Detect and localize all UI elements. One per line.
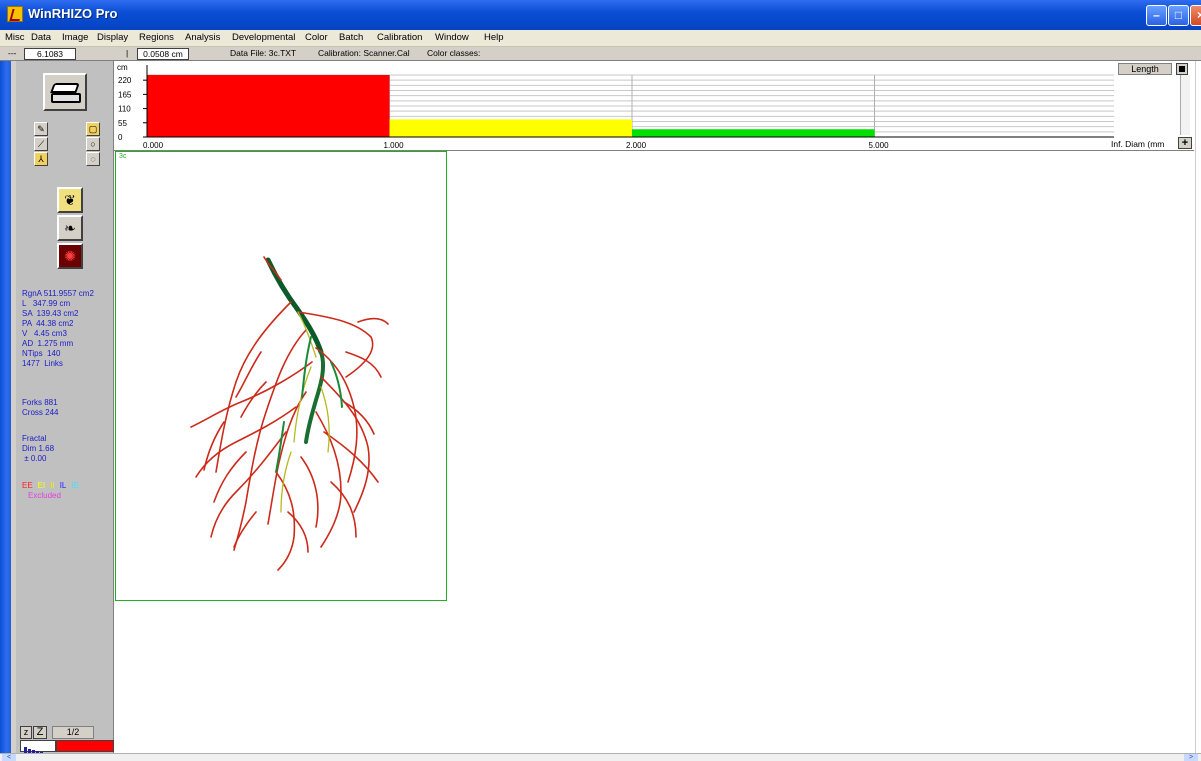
menu-image[interactable]: Image — [62, 32, 88, 43]
x-tick-label: 5.000 — [869, 141, 890, 150]
color-classes-label: Color classes: — [427, 48, 481, 58]
legend-ee: EE — [22, 481, 33, 490]
current-color-swatch[interactable] — [56, 740, 114, 752]
stat-avg-diameter: AD 1.275 mm — [22, 339, 74, 348]
root-system-image — [190, 256, 389, 571]
y-tick-label: 220 — [118, 76, 132, 85]
root-topology-button[interactable]: ❧ — [57, 215, 83, 241]
legend-excluded: Excluded — [28, 491, 61, 500]
roots-icon: ❦ — [64, 192, 76, 208]
histogram-x-unit: Inf. Diam (mm — [1111, 139, 1165, 149]
menu-misc[interactable]: Misc — [5, 32, 25, 43]
stat-volume: V 4.45 cm3 — [22, 329, 67, 338]
add-class-button[interactable]: + — [1178, 137, 1192, 149]
window-title: WinRHIZO Pro — [28, 6, 118, 21]
menu-developmental[interactable]: Developmental — [232, 32, 295, 43]
menu-bar: Misc Data Image Display Regions Analysis… — [0, 30, 1201, 47]
calibration-label: Calibration: Scanner.Cal — [318, 48, 410, 58]
stat-rgna: RgnA 511.9557 cm2 — [22, 289, 94, 298]
horizontal-scrollbar[interactable]: < > — [0, 753, 1201, 761]
y-axis-label: cm — [117, 63, 128, 72]
root-analysis-button[interactable]: ❦ — [57, 187, 83, 213]
pixel-size-field[interactable]: 0.0508 cm — [137, 48, 189, 60]
info-dash: --- — [8, 48, 17, 58]
zoom-large-button[interactable]: Z — [33, 726, 47, 739]
info-separator: | — [126, 48, 129, 58]
title-bar: WinRHIZO Pro – □ × — [0, 0, 1201, 30]
info-bar: --- 6.1083 | 0.0508 cm Data File: 3c.TXT… — [0, 47, 1201, 61]
scanner-button[interactable] — [43, 73, 87, 111]
menu-analysis[interactable]: Analysis — [185, 32, 220, 43]
legend-ei: EI — [37, 481, 46, 490]
x-tick-label: 2.000 — [626, 141, 647, 150]
scanner-icon — [50, 83, 80, 93]
stat-fractal-dim: Dim 1.68 — [22, 444, 55, 453]
pencil-tool-icon[interactable]: ✎ — [34, 122, 48, 136]
legend-ii: II — [50, 481, 55, 490]
page-indicator[interactable]: 1/2 — [52, 726, 94, 739]
scroll-right-button[interactable]: > — [1184, 754, 1198, 761]
y-tick-label: 55 — [118, 119, 127, 128]
root-image-panel[interactable]: 3c — [115, 151, 447, 601]
length-menu-button[interactable] — [1176, 63, 1188, 75]
line-tool-icon[interactable]: ⟋ — [34, 137, 48, 151]
tool-panel: ✎ ⟋ ⅄ ▢ ○ ◌ ❦ ❧ ✺ RgnA 511.9557 cm2 L 34… — [16, 61, 114, 753]
menu-display[interactable]: Display — [97, 32, 128, 43]
menu-calibration[interactable]: Calibration — [377, 32, 422, 43]
menu-color[interactable]: Color — [305, 32, 328, 43]
menu-batch[interactable]: Batch — [339, 32, 363, 43]
histogram-scrollbar[interactable] — [1180, 75, 1190, 135]
stat-links: 1477 Links — [22, 359, 63, 368]
histogram-bar — [632, 129, 875, 137]
menu-data[interactable]: Data — [31, 32, 51, 43]
y-tick-label: 110 — [118, 105, 131, 114]
legend-il: IL — [59, 481, 67, 490]
ellipse-region-icon[interactable]: ○ — [86, 137, 100, 151]
app-icon — [7, 6, 23, 22]
histogram-thumbnail[interactable] — [20, 740, 56, 753]
root-tool-icon[interactable]: ⅄ — [34, 152, 48, 166]
menu-help[interactable]: Help — [484, 32, 504, 43]
maximize-button[interactable]: □ — [1168, 5, 1189, 26]
y-tick-label: 0 — [118, 133, 123, 142]
x-tick-label: 1.000 — [384, 141, 405, 150]
root-color-button[interactable]: ✺ — [57, 243, 83, 269]
zoom-small-button[interactable]: z — [20, 726, 32, 739]
menu-regions[interactable]: Regions — [139, 32, 174, 43]
stat-crossings: Cross 244 — [22, 408, 59, 417]
threshold-value-field[interactable]: 6.1083 — [24, 48, 76, 60]
y-tick-label: 165 — [118, 90, 132, 99]
stat-surface-area: SA 139.43 cm2 — [22, 309, 79, 318]
stat-fractal-pm: ± 0.00 — [22, 454, 47, 463]
menu-window[interactable]: Window — [435, 32, 469, 43]
minimize-button[interactable]: – — [1146, 5, 1167, 26]
stat-projected-area: PA 44.38 cm2 — [22, 319, 74, 328]
roots-outline-icon: ❧ — [64, 220, 76, 236]
histogram-chart: cm 0 55 110 165 220 0.000 1.000 2.000 5.000 — [117, 63, 1114, 150]
data-file-label: Data File: 3c.TXT — [230, 48, 297, 58]
histogram-bar — [389, 119, 632, 137]
diameter-histogram: cm 0 55 110 165 220 0.000 1.000 2.000 5.000 Lengt… — [114, 61, 1194, 151]
stat-fractal: Fractal — [22, 434, 47, 443]
stat-ntips: NTips 140 — [22, 349, 61, 358]
x-tick-label: 0.000 — [143, 141, 164, 150]
legend-ie: IE — [71, 481, 79, 490]
stat-forks: Forks 881 — [22, 398, 58, 407]
polygon-region-icon[interactable]: ◌ — [86, 152, 100, 166]
close-button[interactable]: × — [1190, 5, 1201, 26]
topology-legend: EE EI II IL IE — [22, 481, 84, 491]
rectangle-region-icon[interactable]: ▢ — [86, 122, 100, 136]
scroll-left-button[interactable]: < — [2, 754, 16, 761]
length-selector[interactable]: Length — [1118, 63, 1172, 75]
stat-length: L 347.99 cm — [22, 299, 71, 308]
histogram-bar — [147, 75, 390, 137]
window-frame-right — [1195, 61, 1201, 753]
roots-color-icon: ✺ — [64, 248, 76, 264]
